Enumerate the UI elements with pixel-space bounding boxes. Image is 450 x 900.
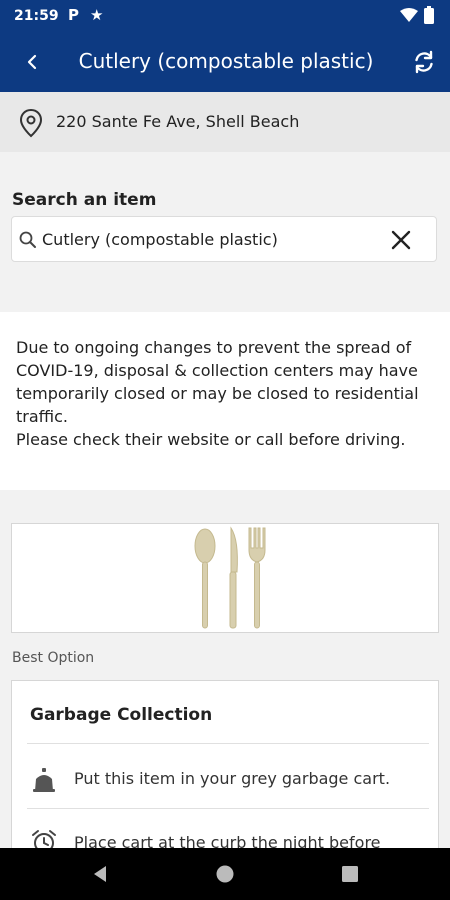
app-bar: Cutlery (compostable plastic)	[0, 32, 450, 92]
garbage-cart-icon	[33, 768, 55, 792]
cutlery-image	[194, 526, 266, 629]
close-icon[interactable]	[390, 229, 412, 251]
card-title: Garbage Collection	[30, 705, 213, 725]
covid-notice: Due to ongoing changes to prevent the sp…	[0, 312, 450, 490]
battery-icon	[424, 6, 434, 24]
divider	[27, 808, 429, 809]
search-label: Search an item	[12, 190, 157, 210]
item-image	[11, 523, 439, 633]
step-text: Put this item in your grey garbage cart.	[74, 769, 391, 788]
search-icon	[19, 231, 36, 248]
parking-icon: P	[68, 6, 79, 24]
nav-back-icon[interactable]	[88, 862, 112, 886]
notice-text: Due to ongoing changes to prevent the sp…	[16, 338, 419, 449]
nav-home-icon[interactable]	[213, 862, 237, 886]
address-text: 220 Sante Fe Ave, Shell Beach	[56, 112, 300, 131]
status-time: 21:59	[14, 8, 59, 24]
best-option-label: Best Option	[12, 650, 95, 666]
back-arrow-icon[interactable]	[20, 48, 46, 76]
page-title: Cutlery (compostable plastic)	[78, 49, 374, 73]
status-bar: 21:59 P ★	[0, 0, 450, 32]
address-bar[interactable]: 220 Sante Fe Ave, Shell Beach	[0, 92, 450, 152]
location-pin-icon	[19, 108, 43, 138]
divider	[27, 743, 429, 744]
search-value: Cutlery (compostable plastic)	[42, 230, 278, 249]
system-nav-bar	[0, 848, 450, 900]
search-input[interactable]: Cutlery (compostable plastic)	[11, 216, 437, 262]
nav-recents-icon[interactable]	[338, 862, 362, 886]
star-icon: ★	[90, 6, 104, 24]
refresh-icon[interactable]	[410, 48, 438, 76]
wifi-icon	[400, 8, 418, 22]
